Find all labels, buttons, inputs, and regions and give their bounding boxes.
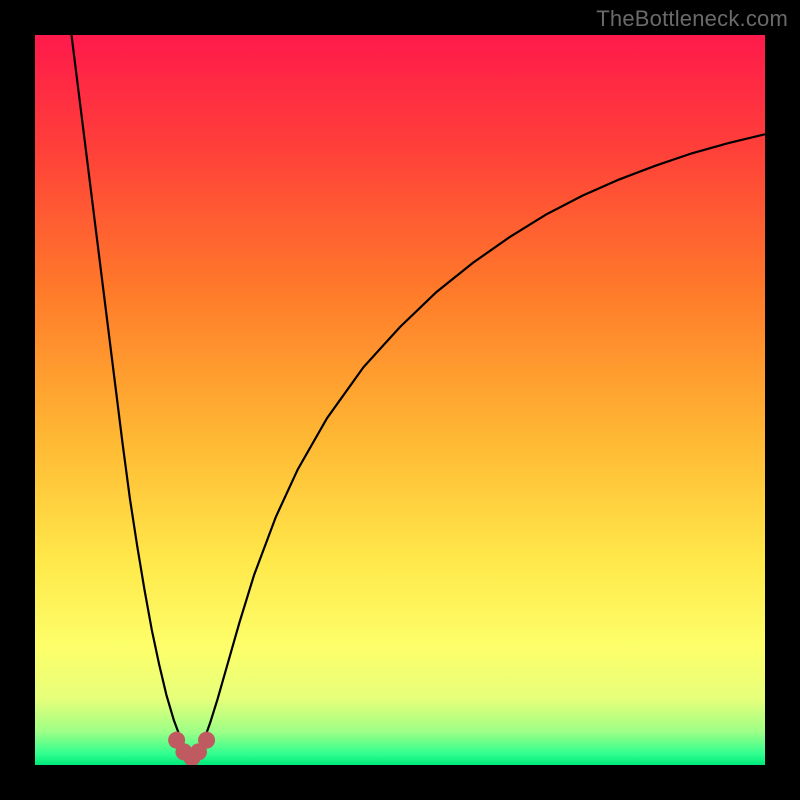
curve-marker [198,732,215,749]
chart-svg [35,35,765,765]
gradient-background [35,35,765,765]
plot-area [35,35,765,765]
watermark-text: TheBottleneck.com [596,6,788,32]
chart-frame: TheBottleneck.com [0,0,800,800]
